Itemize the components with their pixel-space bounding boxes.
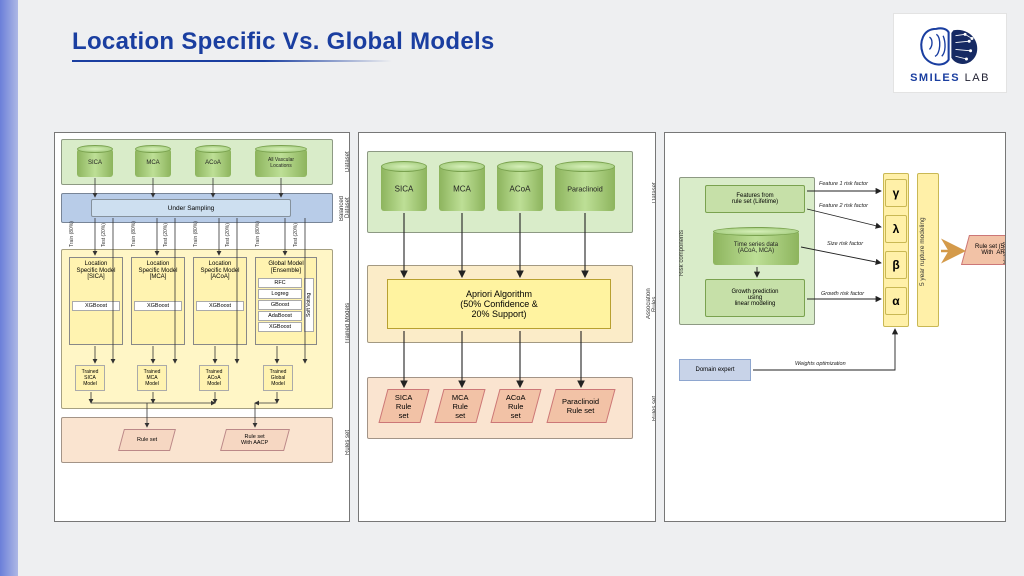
title-underline xyxy=(72,60,392,62)
panel-c-arrows xyxy=(665,133,1006,473)
panel-a-arrows xyxy=(55,133,350,473)
left-gradient-bar xyxy=(0,0,18,576)
smiles-lab-logo: SMILES LAB xyxy=(894,14,1006,92)
page-title: Location Specific Vs. Global Models xyxy=(72,28,495,56)
panel-association-rules: Dataset Association Rules Rules set SICA… xyxy=(358,132,656,522)
brain-logo-icon xyxy=(915,22,985,70)
logo-text: SMILES LAB xyxy=(910,72,990,84)
panel-b-arrows xyxy=(359,133,656,473)
panel-risk-modeling: Risk components Features from rule set (… xyxy=(664,132,1006,522)
panels-row: Dataset Balanced Dataset Trained Models … xyxy=(54,132,1006,522)
panel-location-vs-global: Dataset Balanced Dataset Trained Models … xyxy=(54,132,350,522)
